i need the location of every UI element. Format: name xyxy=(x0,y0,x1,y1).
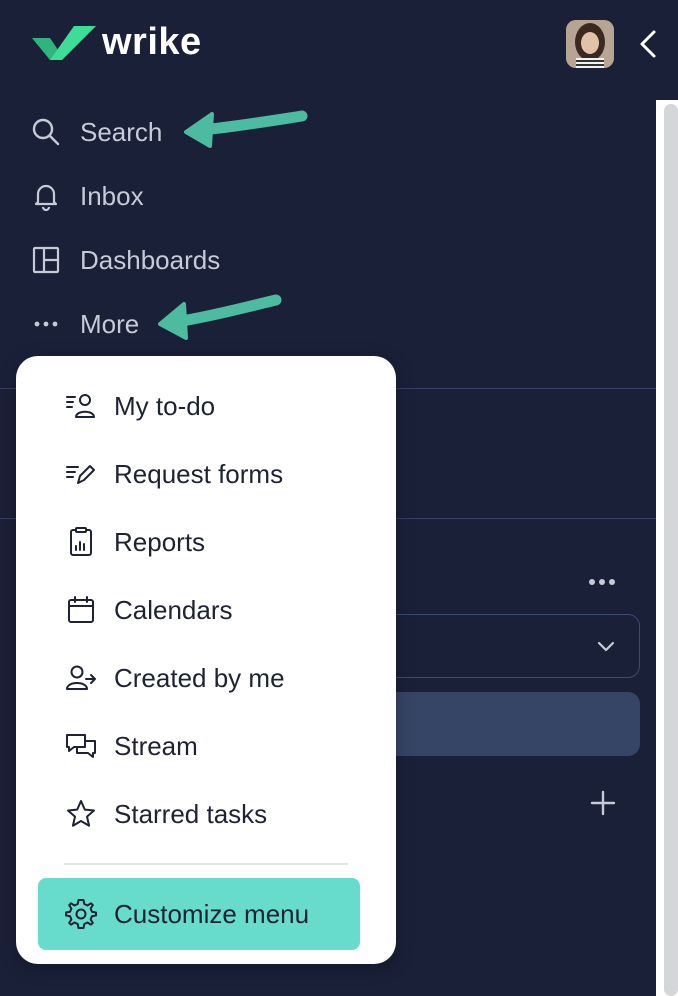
gear-icon xyxy=(64,897,98,931)
bell-icon xyxy=(28,181,64,211)
customize-menu-button[interactable]: Customize menu xyxy=(38,878,360,950)
menu-item-label: My to-do xyxy=(114,390,216,421)
created-by-me-icon xyxy=(64,661,98,695)
menu-item-starred-tasks[interactable]: Starred tasks xyxy=(64,789,267,839)
avatar-image xyxy=(566,20,614,68)
reports-icon xyxy=(64,525,98,559)
menu-item-request-forms[interactable]: Request forms xyxy=(64,449,283,499)
annotation-arrow-more xyxy=(158,294,282,340)
stream-icon xyxy=(64,729,98,763)
menu-item-label: Stream xyxy=(114,730,198,761)
menu-divider xyxy=(64,863,348,865)
wrike-logo-text: wrike xyxy=(102,21,202,63)
more-menu: My to-do Request forms Reports Calendars… xyxy=(16,356,396,964)
search-icon xyxy=(28,117,64,147)
more-dots-icon xyxy=(28,309,64,339)
more-dots-icon[interactable] xyxy=(588,570,618,594)
annotation-arrow-search xyxy=(184,110,308,148)
menu-item-label: Request forms xyxy=(114,458,284,489)
nav-item-more[interactable]: More xyxy=(28,300,139,348)
menu-item-stream[interactable]: Stream xyxy=(64,721,198,771)
nav-item-label: Search xyxy=(80,116,163,147)
request-forms-icon xyxy=(64,457,98,491)
plus-icon[interactable] xyxy=(588,788,618,818)
selected-panel-item[interactable] xyxy=(370,692,640,756)
nav-item-label: Inbox xyxy=(80,180,144,211)
menu-item-calendars[interactable]: Calendars xyxy=(64,585,233,635)
my-todo-icon xyxy=(64,389,98,423)
menu-item-reports[interactable]: Reports xyxy=(64,517,205,567)
calendar-icon xyxy=(64,593,98,627)
menu-item-created-by-me[interactable]: Created by me xyxy=(64,653,285,703)
menu-item-my-todo[interactable]: My to-do xyxy=(64,381,215,431)
nav-item-dashboards[interactable]: Dashboards xyxy=(28,236,220,284)
menu-item-label: Calendars xyxy=(114,594,233,625)
menu-item-label: Reports xyxy=(114,526,206,557)
wrike-logo-icon xyxy=(32,26,96,60)
dashboard-icon xyxy=(28,245,64,275)
nav-item-search[interactable]: Search xyxy=(28,108,162,156)
star-icon xyxy=(64,797,98,831)
chevron-left-icon[interactable] xyxy=(634,26,662,62)
scrollbar-thumb[interactable] xyxy=(664,104,678,996)
nav-item-label: Dashboards xyxy=(80,244,221,275)
chevron-down-icon xyxy=(597,641,615,652)
avatar[interactable] xyxy=(566,20,614,68)
nav-item-label: More xyxy=(80,308,140,339)
menu-item-label: Created by me xyxy=(114,662,285,693)
nav-item-inbox[interactable]: Inbox xyxy=(28,172,144,220)
customize-menu-label: Customize menu xyxy=(114,898,310,929)
menu-item-label: Starred tasks xyxy=(114,798,268,829)
